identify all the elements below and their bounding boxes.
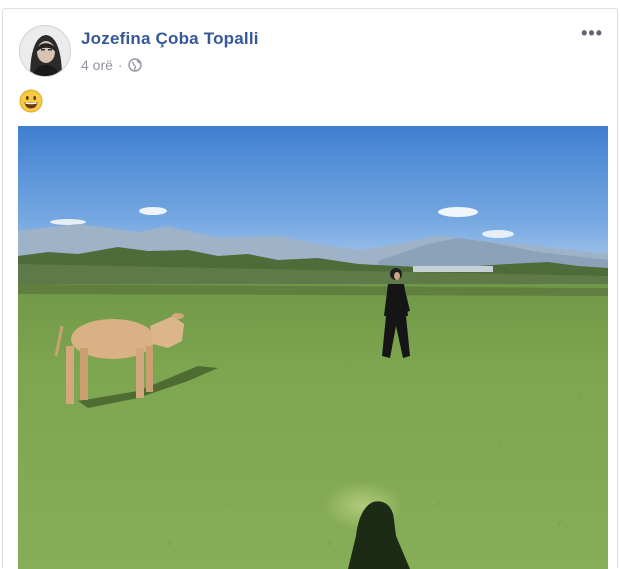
globe-icon[interactable]: [127, 58, 142, 72]
more-options-button[interactable]: •••: [581, 23, 603, 44]
grinning-face-emoji-icon: [19, 89, 43, 113]
meta-separator: ·: [117, 57, 123, 73]
post-timestamp[interactable]: 4 orë: [81, 57, 113, 73]
author-avatar[interactable]: [19, 25, 71, 77]
post-meta: 4 orë ·: [81, 57, 142, 73]
avatar-portrait-image: [20, 26, 70, 76]
post-photo[interactable]: [18, 126, 608, 569]
author-name-link[interactable]: Jozefina Çoba Topalli: [81, 29, 259, 49]
post-card: Jozefina Çoba Topalli 4 orë · •••: [2, 8, 618, 569]
